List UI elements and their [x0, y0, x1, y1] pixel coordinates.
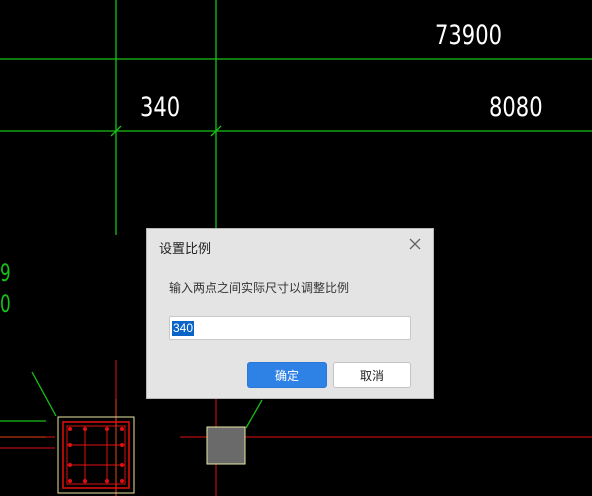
dialog-message: 输入两点之间实际尺寸以调整比例 — [169, 281, 350, 295]
scale-input[interactable]: 340 — [169, 316, 411, 340]
gray-column[interactable] — [206, 426, 246, 465]
close-icon[interactable] — [407, 236, 423, 252]
side-label-top: 9 — [0, 259, 11, 287]
scale-input-value: 340 — [172, 320, 195, 336]
side-label-bottom: 0 — [0, 290, 11, 318]
cancel-button[interactable]: 取消 — [333, 362, 411, 388]
set-scale-dialog: 设置比例 输入两点之间实际尺寸以调整比例 340 确定 取消 — [146, 228, 434, 399]
ok-button[interactable]: 确定 — [247, 362, 327, 388]
dimension-text-73900: 73900 — [435, 20, 503, 51]
column-section[interactable] — [57, 416, 135, 494]
dimension-text-8080: 8080 — [489, 92, 543, 123]
dialog-title: 设置比例 — [159, 241, 212, 256]
dimension-text-340: 340 — [140, 92, 181, 123]
